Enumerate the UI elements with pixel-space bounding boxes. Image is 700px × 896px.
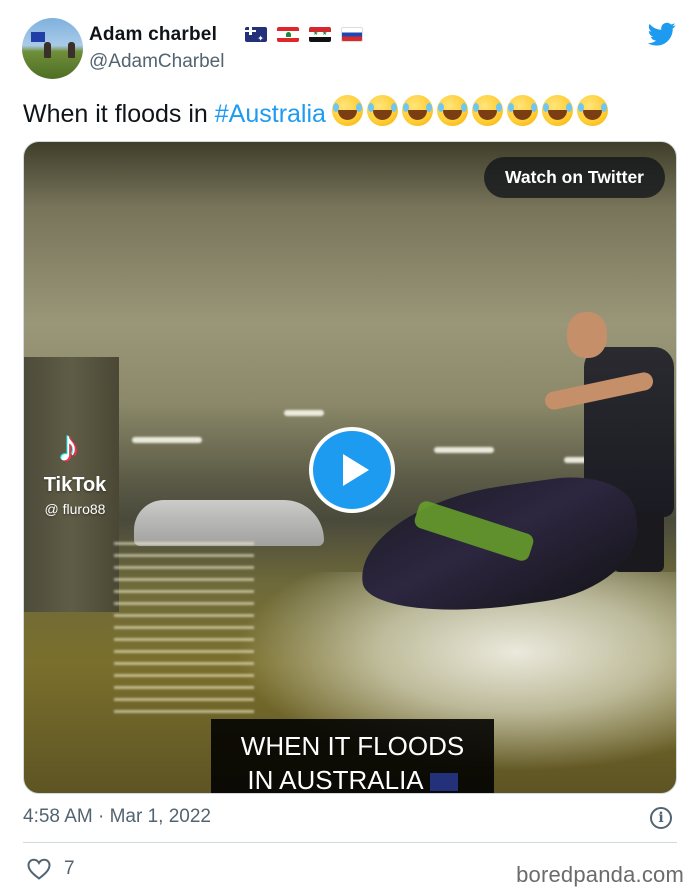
- divider: [23, 842, 677, 843]
- face-with-tears-of-joy-icon: [506, 95, 538, 126]
- tiktok-icon: ♪ ♪ ♪: [56, 421, 81, 472]
- watch-on-twitter-button[interactable]: Watch on Twitter: [483, 157, 665, 198]
- face-with-tears-of-joy-icon: [576, 95, 608, 126]
- author-display-name[interactable]: Adam charbel: [89, 24, 217, 46]
- boredpanda-watermark: boredpanda.com: [516, 862, 684, 887]
- flag-syria-icon: [309, 27, 331, 42]
- heart-icon[interactable]: [27, 858, 51, 880]
- flag-russia-icon: [341, 27, 363, 42]
- video-media[interactable]: Watch on Twitter ♪ ♪ ♪ TikTok @ fluro88 …: [23, 141, 677, 794]
- flag-australia-icon: [429, 773, 458, 791]
- caption-line-1: WHEN IT FLOODS: [240, 731, 465, 761]
- avatar[interactable]: [22, 18, 83, 79]
- face-with-tears-of-joy-icon: [401, 95, 433, 126]
- rider-head: [567, 312, 607, 358]
- tiktok-watermark: ♪ ♪ ♪ TikTok @ fluro88: [35, 421, 115, 518]
- caption-line-2-text: IN AUSTRALIA: [247, 765, 424, 794]
- water-reflection: [114, 542, 254, 722]
- avatar-person: [68, 42, 75, 58]
- tiktok-handle: @ fluro88: [44, 501, 106, 517]
- face-with-tears-of-joy-icon: [366, 95, 398, 126]
- ceiling-light: [132, 437, 202, 443]
- avatar-person: [44, 42, 51, 58]
- flooded-car: [134, 500, 324, 546]
- tweet-text-prefix: When it floods in: [23, 100, 215, 128]
- face-with-tears-of-joy-icon: [331, 95, 363, 126]
- flag-australia-icon: [245, 27, 267, 42]
- emoji-row: [331, 95, 608, 126]
- ceiling-light: [434, 447, 494, 453]
- face-with-tears-of-joy-icon: [436, 95, 468, 126]
- twitter-bird-icon[interactable]: [646, 20, 678, 48]
- play-button[interactable]: [309, 427, 395, 513]
- hashtag-link[interactable]: #Australia: [215, 100, 326, 128]
- flag-lebanon-icon: [277, 27, 299, 42]
- ceiling-light: [284, 410, 324, 416]
- like-count: 7: [64, 858, 75, 879]
- video-caption: WHEN IT FLOODS IN AUSTRALIA: [211, 719, 494, 794]
- tweet-timestamp[interactable]: 4:58 AM · Mar 1, 2022: [23, 806, 211, 828]
- info-icon[interactable]: i: [650, 807, 672, 829]
- author-flags: [245, 27, 363, 42]
- caption-line-2: IN AUSTRALIA: [211, 763, 494, 794]
- tiktok-label: TikTok: [43, 474, 107, 496]
- avatar-flag: [31, 32, 45, 42]
- face-with-tears-of-joy-icon: [471, 95, 503, 126]
- tweet-text: When it floods in #Australia: [23, 95, 608, 129]
- author-handle[interactable]: @AdamCharbel: [89, 51, 224, 73]
- face-with-tears-of-joy-icon: [541, 95, 573, 126]
